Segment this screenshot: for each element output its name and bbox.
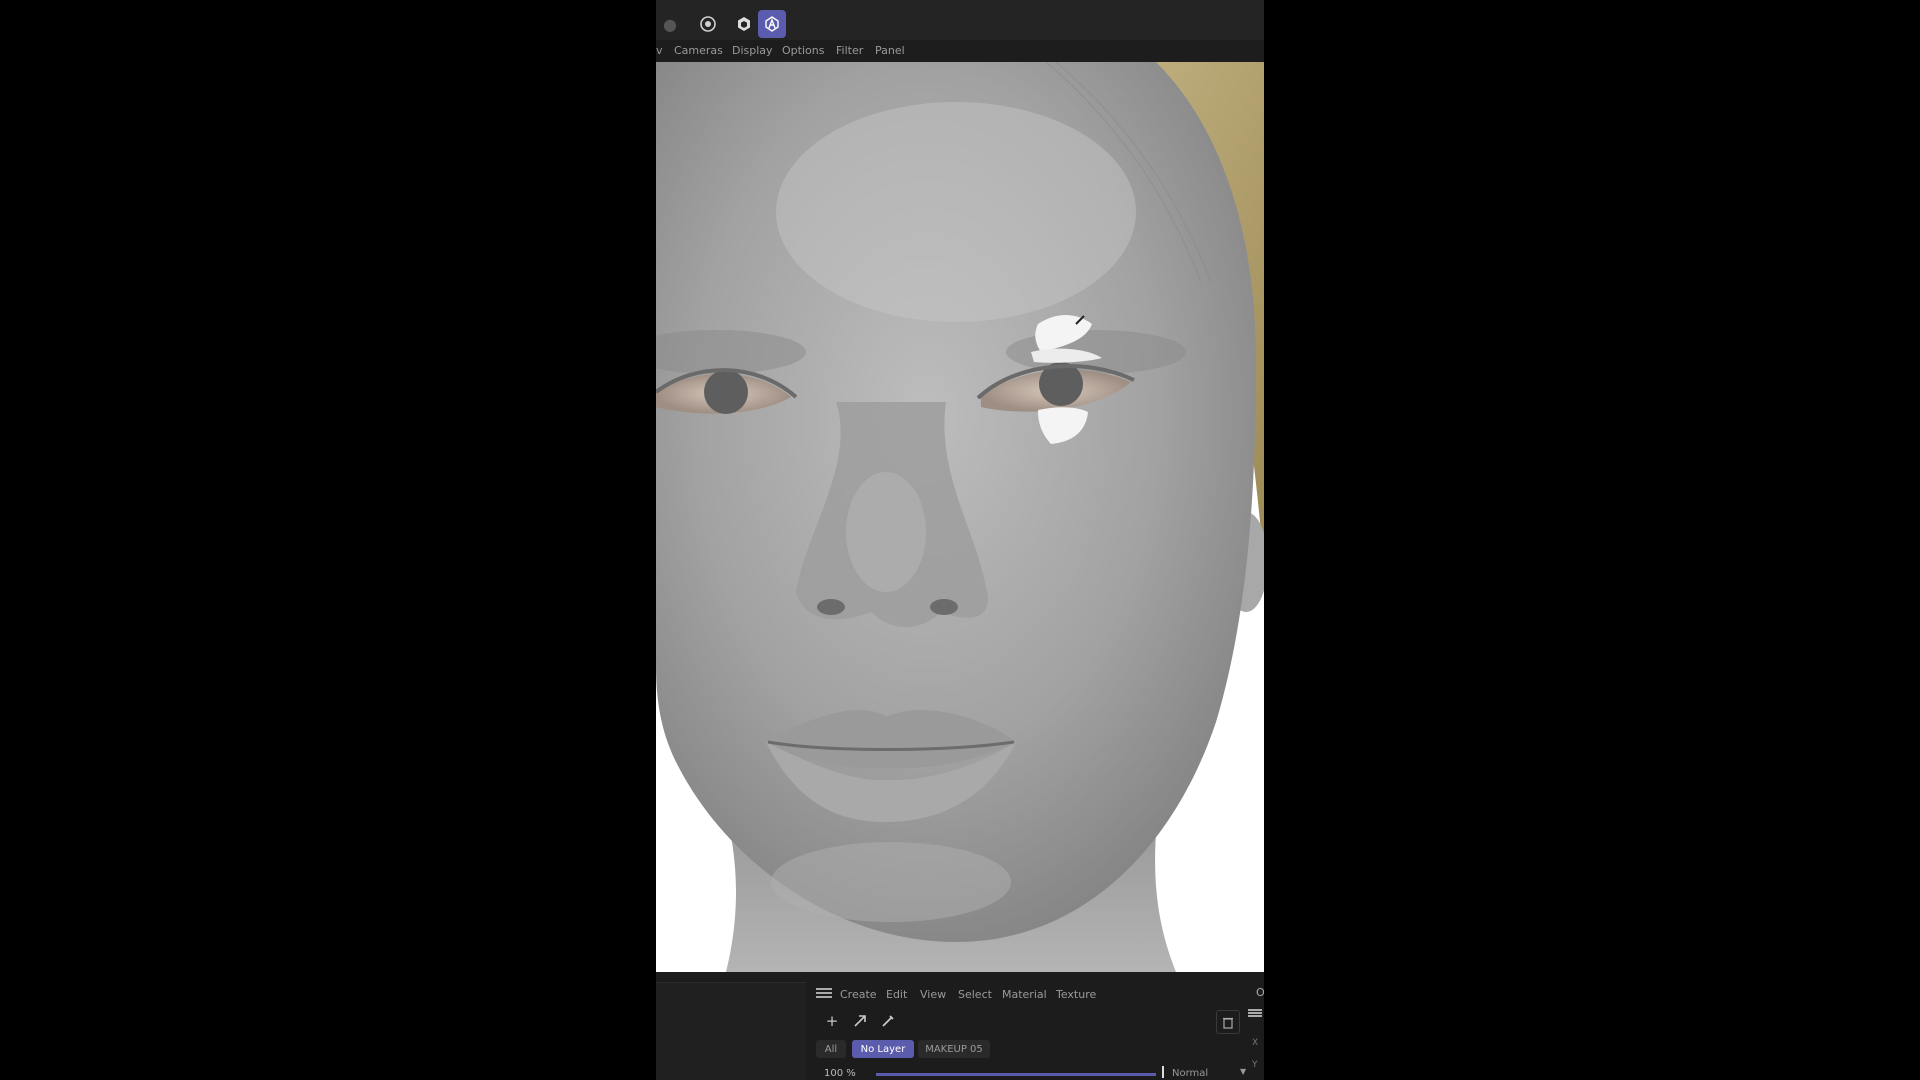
- opacity-slider[interactable]: [876, 1073, 1156, 1076]
- menu-item-filter[interactable]: Filter: [836, 44, 863, 57]
- panel-menu-texture[interactable]: Texture: [1056, 988, 1096, 1001]
- axis-x-label: X: [1252, 1038, 1259, 1048]
- panel-menu-view[interactable]: View: [920, 988, 946, 1001]
- viewport-menubar: v Cameras Display Options Filter Panel: [656, 40, 1264, 62]
- 3d-viewport[interactable]: [656, 62, 1264, 972]
- brush-icon[interactable]: [876, 1010, 900, 1032]
- hamburger-menu-icon[interactable]: [816, 986, 832, 1000]
- opacity-value: 100 %: [824, 1068, 856, 1079]
- layer-tab-makeup[interactable]: MAKEUP 05: [918, 1040, 990, 1058]
- panel-menu-select[interactable]: Select: [958, 988, 992, 1001]
- render-settings-icon[interactable]: ●: [656, 10, 684, 38]
- panel-corner-icon[interactable]: O: [1256, 986, 1264, 999]
- menu-item-panel[interactable]: Panel: [875, 44, 905, 57]
- layer-tab-all[interactable]: All: [816, 1040, 846, 1058]
- target-icon[interactable]: [694, 10, 722, 38]
- chevron-down-icon[interactable]: ▼: [1240, 1067, 1246, 1076]
- menu-item-options[interactable]: Options: [782, 44, 824, 57]
- move-icon[interactable]: [848, 1010, 872, 1032]
- menu-item-view[interactable]: v: [656, 44, 663, 57]
- trash-icon[interactable]: [1216, 1010, 1240, 1034]
- panel-menu-create[interactable]: Create: [840, 988, 877, 1001]
- layer-tab-no-layer[interactable]: No Layer: [852, 1040, 914, 1058]
- panel-menu-material[interactable]: Material: [1002, 988, 1047, 1001]
- side-menu-icon[interactable]: [1248, 1008, 1262, 1020]
- head-render: [656, 62, 1264, 972]
- blend-mode-select[interactable]: Normal: [1172, 1068, 1208, 1079]
- panel-menu-edit[interactable]: Edit: [886, 988, 907, 1001]
- app-window: ● v Cameras Display Options Filter Panel: [656, 0, 1264, 1080]
- display-mode-icon[interactable]: [730, 10, 758, 38]
- panel-left-area: [656, 982, 806, 1080]
- opacity-slider-handle[interactable]: [1162, 1066, 1164, 1078]
- opacity-slider-fill: [876, 1073, 1156, 1076]
- menu-item-cameras[interactable]: Cameras: [674, 44, 723, 57]
- material-panel: Create Edit View Select Material Texture…: [656, 972, 1264, 1080]
- menu-item-display[interactable]: Display: [732, 44, 773, 57]
- opacity-row: 100 % Normal ▼: [816, 1066, 1264, 1080]
- add-icon[interactable]: +: [820, 1010, 844, 1032]
- paint-brush-mode-icon[interactable]: [758, 10, 786, 38]
